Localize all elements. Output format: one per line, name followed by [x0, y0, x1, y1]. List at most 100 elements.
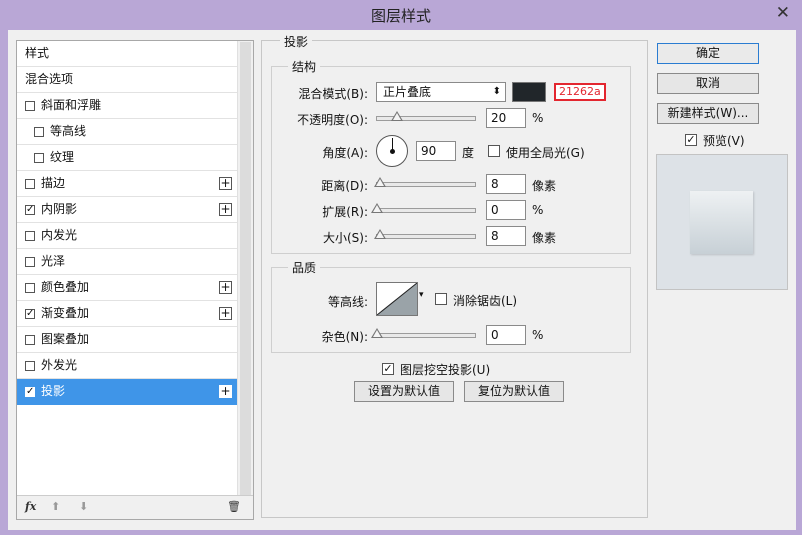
spread-slider-handle[interactable] [371, 203, 383, 213]
style-item-checkbox[interactable] [25, 283, 35, 293]
opacity-label: 不透明度(O): [297, 113, 368, 127]
anti-alias-label: 消除锯齿(L) [453, 294, 518, 308]
style-item-label: 纹理 [50, 150, 75, 164]
style-list-item[interactable]: ✓ 投影 + [17, 379, 238, 405]
size-slider-handle[interactable] [374, 229, 387, 239]
size-label: 大小(S): [322, 231, 368, 245]
close-icon[interactable]: ✕ [776, 4, 790, 22]
style-list-scrollbar[interactable] [237, 41, 253, 497]
shadow-color-swatch[interactable] [512, 82, 546, 102]
style-list-item[interactable]: 描边 + [17, 171, 238, 197]
add-icon[interactable]: + [219, 385, 232, 398]
style-item-checkbox[interactable] [25, 257, 35, 267]
distance-slider-handle[interactable] [374, 177, 387, 187]
style-item-checkbox[interactable]: ✓ [25, 387, 35, 397]
angle-input[interactable]: 90 [416, 141, 456, 161]
style-item-label: 外发光 [41, 358, 78, 372]
blend-mode-value: 正片叠底 [383, 85, 432, 99]
size-input[interactable]: 8 [486, 226, 526, 246]
new-style-button[interactable]: 新建样式(W)... [657, 103, 759, 124]
style-list-item[interactable]: 图案叠加 [17, 327, 238, 353]
style-list: 样式混合选项斜面和浮雕等高线纹理描边 + ✓ 内阴影 + 内发光光泽颜色叠加 + ✓ 渐变叠加 +… [16, 40, 254, 520]
angle-dial[interactable] [376, 135, 408, 167]
add-icon[interactable]: + [219, 307, 232, 320]
style-list-item[interactable]: ✓ 渐变叠加 + [17, 301, 238, 327]
cancel-button[interactable]: 取消 [657, 73, 759, 94]
style-list-item[interactable]: 等高线 [17, 119, 238, 145]
style-item-checkbox[interactable] [25, 101, 35, 111]
style-item-label: 等高线 [50, 124, 87, 138]
distance-slider[interactable] [374, 177, 476, 187]
style-list-item[interactable]: 内发光 [17, 223, 238, 249]
dialog-body: 样式混合选项斜面和浮雕等高线纹理描边 + ✓ 内阴影 + 内发光光泽颜色叠加 + ✓ 渐变叠加 +… [8, 30, 796, 530]
style-item-label: 样式 [25, 46, 50, 60]
style-list-item[interactable]: ✓ 内阴影 + [17, 197, 238, 223]
ok-button[interactable]: 确定 [657, 43, 759, 64]
noise-slider[interactable] [371, 328, 476, 338]
distance-input[interactable]: 8 [486, 174, 526, 194]
style-item-checkbox[interactable] [25, 231, 35, 241]
spread-slider[interactable] [371, 203, 476, 213]
anti-alias-checkbox[interactable] [435, 293, 447, 305]
contour-picker[interactable] [376, 282, 418, 316]
contour-label: 等高线: [327, 295, 368, 309]
global-light-label: 使用全局光(G) [506, 146, 585, 160]
style-list-item[interactable]: 样式 [17, 41, 238, 67]
style-list-footer: fx ⬆ ⬇ 🗑 [17, 495, 253, 519]
noise-input[interactable]: 0 [486, 325, 526, 345]
add-icon[interactable]: + [219, 203, 232, 216]
fx-icon[interactable]: fx [25, 500, 36, 513]
quality-title: 品质 [288, 259, 321, 276]
style-list-item[interactable]: 外发光 [17, 353, 238, 379]
blend-mode-select[interactable]: 正片叠底 ⬍ [376, 82, 506, 102]
title-bar: 图层样式 ✕ [0, 0, 802, 28]
style-item-checkbox[interactable] [25, 361, 35, 371]
style-item-checkbox[interactable] [34, 153, 44, 163]
opacity-slider-handle[interactable] [391, 111, 403, 121]
scrollbar-thumb[interactable] [240, 42, 251, 495]
style-item-checkbox[interactable] [25, 179, 35, 189]
move-down-icon[interactable]: ⬇ [79, 500, 88, 513]
quality-group: 品质 等高线: ▾ 消除锯齿(L) 杂色(N): 0 % [271, 259, 631, 353]
style-item-label: 混合选项 [25, 72, 74, 86]
blend-mode-label: 混合模式(B): [298, 87, 368, 101]
contour-dropdown-arrow-icon[interactable]: ▾ [419, 290, 424, 300]
preview-checkbox[interactable]: ✓ [685, 134, 697, 146]
style-item-checkbox[interactable] [25, 335, 35, 345]
style-list-item[interactable]: 混合选项 [17, 67, 238, 93]
noise-unit: % [532, 328, 544, 342]
knockout-checkbox[interactable]: ✓ [382, 363, 394, 375]
style-item-label: 描边 [41, 176, 66, 190]
knockout-label: 图层挖空投影(U) [400, 363, 491, 377]
trash-icon[interactable]: 🗑 [227, 500, 241, 513]
preview-swatch [690, 191, 753, 254]
add-icon[interactable]: + [219, 177, 232, 190]
style-list-item[interactable]: 斜面和浮雕 [17, 93, 238, 119]
add-icon[interactable]: + [219, 281, 232, 294]
style-list-item[interactable]: 光泽 [17, 249, 238, 275]
global-light-checkbox[interactable] [488, 145, 500, 157]
style-item-checkbox[interactable]: ✓ [25, 309, 35, 319]
opacity-slider[interactable] [376, 111, 476, 121]
angle-unit: 度 [462, 146, 475, 160]
spread-input[interactable]: 0 [486, 200, 526, 220]
style-item-label: 内发光 [41, 228, 78, 242]
size-unit: 像素 [532, 231, 557, 245]
move-up-icon[interactable]: ⬆ [51, 500, 60, 513]
style-item-label: 内阴影 [41, 202, 78, 216]
style-item-checkbox[interactable] [34, 127, 44, 137]
style-item-checkbox[interactable]: ✓ [25, 205, 35, 215]
style-item-label: 光泽 [41, 254, 66, 268]
make-default-button[interactable]: 设置为默认值 [354, 381, 454, 402]
style-list-item[interactable]: 纹理 [17, 145, 238, 171]
reset-default-button[interactable]: 复位为默认值 [464, 381, 564, 402]
size-slider[interactable] [374, 229, 476, 239]
style-item-label: 斜面和浮雕 [41, 98, 102, 112]
opacity-input[interactable]: 20 [486, 108, 526, 128]
style-item-label: 图案叠加 [41, 332, 90, 346]
contour-curve-icon [376, 282, 418, 316]
style-list-item[interactable]: 颜色叠加 + [17, 275, 238, 301]
structure-title: 结构 [288, 58, 321, 75]
distance-label: 距离(D): [321, 179, 368, 193]
noise-slider-handle[interactable] [371, 328, 383, 338]
